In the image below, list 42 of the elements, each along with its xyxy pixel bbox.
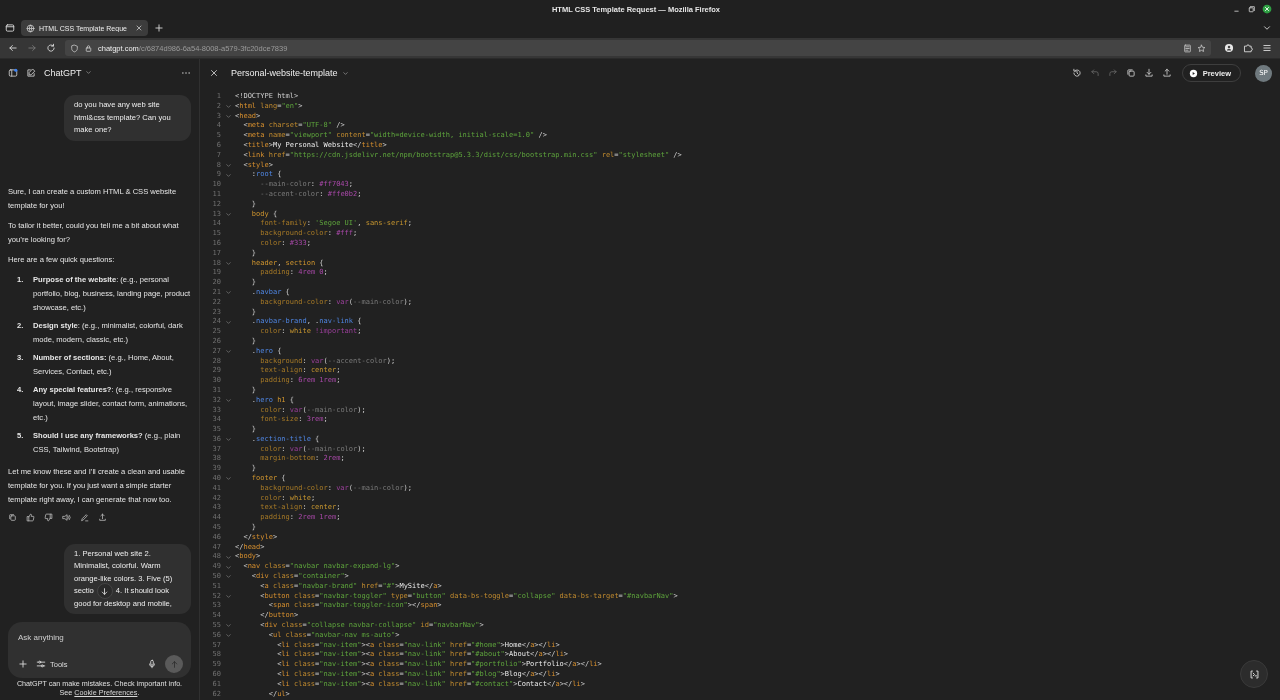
globe-icon: [26, 23, 35, 33]
new-chat-icon[interactable]: [26, 67, 36, 78]
menu-icon[interactable]: [1262, 43, 1272, 53]
model-selector[interactable]: ChatGPT: [44, 67, 92, 78]
new-tab-icon[interactable]: [154, 23, 164, 33]
share-icon[interactable]: [1161, 68, 1172, 78]
restore-icon[interactable]: [1247, 4, 1256, 14]
tab-list-icon[interactable]: [5, 23, 15, 33]
arrow-up-icon: [169, 659, 179, 669]
account-icon[interactable]: [1224, 43, 1234, 53]
shield-icon[interactable]: [70, 43, 79, 53]
chevron-down-icon: [84, 69, 92, 76]
sidebar-icon[interactable]: [8, 67, 18, 78]
copy-icon[interactable]: [1125, 68, 1136, 78]
reload-icon[interactable]: [46, 43, 56, 53]
arrow-down-icon: [100, 586, 110, 596]
sliders-icon: [36, 659, 46, 669]
speaker-icon[interactable]: [62, 512, 71, 522]
scroll-down-button[interactable]: [96, 583, 113, 600]
download-icon[interactable]: [1143, 68, 1154, 78]
message-input[interactable]: Ask anything: [18, 628, 183, 646]
share-icon[interactable]: [98, 512, 107, 522]
reader-view-icon[interactable]: [1183, 43, 1192, 53]
chevron-down-icon[interactable]: [1262, 23, 1272, 33]
close-icon[interactable]: [209, 68, 219, 78]
close-icon[interactable]: [1262, 4, 1272, 14]
terminal-icon: [1248, 668, 1260, 680]
thumbs-down-icon[interactable]: [44, 512, 53, 522]
play-icon: [1188, 68, 1198, 78]
lock-icon[interactable]: [84, 43, 93, 53]
microphone-icon[interactable]: [147, 659, 157, 669]
back-arrow-icon[interactable]: [8, 43, 18, 53]
document-title[interactable]: Personal-website-template: [231, 68, 349, 78]
add-icon[interactable]: [18, 659, 28, 669]
history-icon[interactable]: [1071, 68, 1082, 78]
copy-icon[interactable]: [8, 512, 17, 522]
chevron-down-icon: [341, 69, 349, 77]
thumbs-up-icon[interactable]: [26, 512, 35, 522]
pencil-icon[interactable]: [80, 512, 89, 522]
extensions-icon[interactable]: [1243, 43, 1253, 53]
terminal-button[interactable]: [1240, 660, 1268, 688]
star-icon[interactable]: [1197, 43, 1206, 53]
